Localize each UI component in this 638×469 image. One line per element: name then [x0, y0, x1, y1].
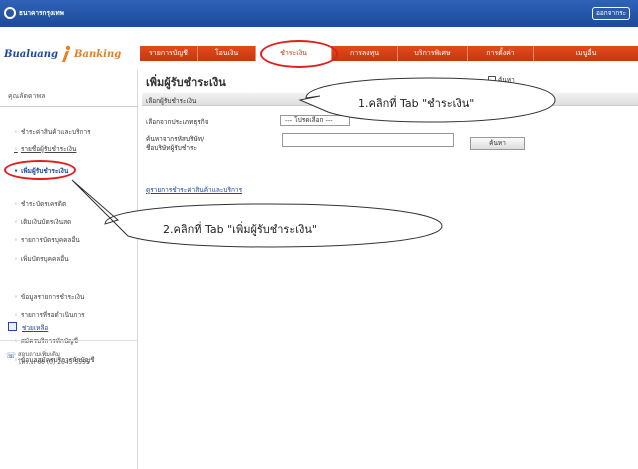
bualuang-ibanking-logo: Bualuang Banking	[4, 44, 134, 64]
sidebar-item-payee-list[interactable]: รายชื่อผู้รับชำระเงิน	[14, 144, 77, 154]
brand-part1: Bualuang	[4, 48, 59, 60]
business-type-select[interactable]: --- โปรดเลือก ---	[280, 115, 350, 126]
callout-step2-text: 2.คลิกที่ Tab "เพิ่มผู้รับชำระเงิน"	[163, 223, 317, 236]
tab-other-menu[interactable]: เมนูอื่น	[534, 46, 638, 61]
bank-logo: ธนาคารกรุงเทพ	[4, 7, 64, 19]
help-link[interactable]: ช่วยเหลือ	[22, 323, 48, 333]
tab-accounts[interactable]: รายการบัญชี	[140, 46, 198, 61]
search-button[interactable]: ค้นหา	[470, 137, 525, 150]
sidebar-item-credit-card[interactable]: ชำระบัตรเครดิต	[14, 199, 66, 209]
ibanking-i-icon	[59, 45, 73, 63]
tab-highlight-ring	[260, 40, 338, 68]
sidebar: คุณลัดดาพล ชำระค่าสินค้าและบริการ รายชื่…	[0, 70, 138, 469]
sidebar-item-add-other-card[interactable]: เพิ่มบัตรบุคคลอื่น	[14, 254, 69, 264]
tab-transfer[interactable]: โอนเงิน	[198, 46, 256, 61]
tab-settings[interactable]: การตั้งค่า	[468, 46, 534, 61]
page-title: เพิ่มผู้รับชำระเงิน	[146, 76, 226, 89]
tab-special-services[interactable]: บริการพิเศษ	[398, 46, 468, 61]
sidebar-item-payment-history[interactable]: ข้อมูลรายการชำระเงิน	[14, 292, 85, 302]
help-icon[interactable]	[8, 322, 17, 331]
logout-button[interactable]: ออกจากระ	[592, 7, 631, 20]
search-toggle-label: ค้นหา	[498, 76, 515, 84]
phone-icon: ☏	[6, 351, 17, 360]
bank-name: ธนาคารกรุงเทพ	[19, 9, 64, 17]
sidebar-item-pending[interactable]: รายการที่รอดำเนินการ	[14, 310, 85, 320]
sidebar-help-divider	[0, 340, 138, 341]
sidebar-user-name: คุณลัดดาพล	[8, 92, 46, 100]
search-toggle[interactable]: ค้นหา	[488, 75, 515, 85]
sidebar-item-cash-card[interactable]: เติมเงินบัตรเงินสด	[14, 217, 71, 227]
view-all-billers-link[interactable]: ดูรายการชำระค่าสินค้าและบริการ	[146, 185, 242, 195]
sidebar-item-pay-bills[interactable]: ชำระค่าสินค้าและบริการ	[14, 127, 91, 137]
sidebar-highlight-ring	[4, 160, 76, 180]
company-search-label-line2: ชื่อบริษัทผู้รับชำระ	[146, 144, 197, 152]
contact-phone: โทร. +66 (0) 2645 5555	[18, 359, 90, 366]
sidebar-divider	[0, 106, 138, 107]
brand-part2: Banking	[74, 48, 122, 60]
main-nav: รายการบัญชี โอนเงิน ชำระเงิน การลงทุน บร…	[140, 46, 638, 61]
business-type-label: เลือกจากประเภทธุรกิจ	[146, 118, 209, 126]
search-checkbox-icon[interactable]	[488, 76, 496, 84]
tab-investment[interactable]: การลงทุน	[332, 46, 398, 61]
section-label: เลือกผู้รับชำระเงิน	[146, 97, 197, 105]
bank-emblem-icon	[4, 7, 16, 19]
company-search-input[interactable]	[282, 133, 454, 147]
sidebar-item-direct-debit[interactable]: สมัครบริการหักบัญชี	[14, 336, 78, 346]
top-bar: ธนาคารกรุงเทพ ออกจากระ	[0, 0, 638, 27]
sidebar-item-others-cards[interactable]: รายการบัตรบุคคลอื่น	[14, 235, 80, 245]
callout-step1-text: 1.คลิกที่ Tab "ชำระเงิน"	[358, 97, 475, 110]
